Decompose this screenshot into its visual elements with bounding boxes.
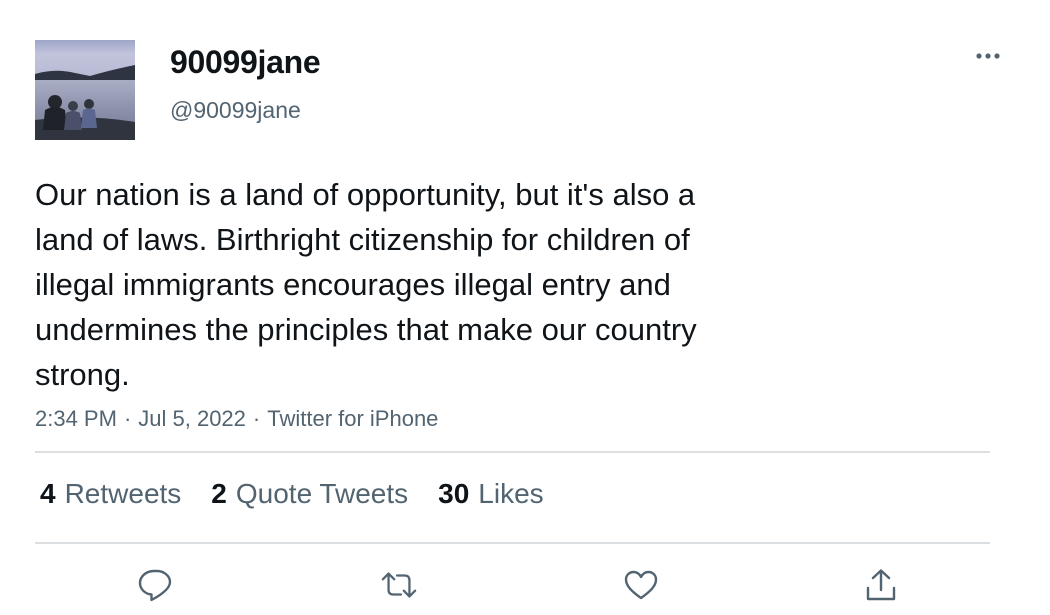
likes-count: 30 <box>438 478 470 509</box>
profile-photo-image <box>35 40 135 140</box>
tweet-text-line: illegal immigrants encourages illegal en… <box>35 267 671 302</box>
display-name[interactable]: 90099jane <box>170 44 321 81</box>
likes-label: Likes <box>478 478 544 509</box>
tweet-date[interactable]: Jul 5, 2022 <box>138 406 246 431</box>
retweets-stat[interactable]: 4 Retweets <box>40 478 181 510</box>
meta-separator: · <box>123 406 132 431</box>
engagement-stats: 4 Retweets 2 Quote Tweets 30 Likes <box>40 478 574 510</box>
meta-separator: · <box>252 406 261 431</box>
more-options-icon[interactable] <box>968 42 1008 70</box>
share-icon[interactable] <box>862 566 900 604</box>
tweet-text-line: strong. <box>35 357 130 392</box>
retweets-count: 4 <box>40 478 56 509</box>
tweet-metadata: 2:34 PM · Jul 5, 2022 · Twitter for iPhone <box>35 406 438 432</box>
divider <box>35 542 990 544</box>
tweet-text-line: undermines the principles that make our … <box>35 312 697 347</box>
quote-tweets-count: 2 <box>211 478 227 509</box>
tweet-text-line: Our nation is a land of opportunity, but… <box>35 177 696 212</box>
reply-icon[interactable] <box>136 566 174 604</box>
avatar[interactable] <box>35 40 135 140</box>
tweet-card: 90099jane @90099jane Our nation is a lan… <box>0 0 1050 615</box>
user-handle[interactable]: @90099jane <box>170 97 301 124</box>
like-icon[interactable] <box>622 566 660 604</box>
retweets-label: Retweets <box>64 478 182 509</box>
retweet-icon[interactable] <box>380 566 418 604</box>
tweet-text: Our nation is a land of opportunity, but… <box>35 172 835 397</box>
likes-stat[interactable]: 30 Likes <box>438 478 544 510</box>
tweet-time[interactable]: 2:34 PM <box>35 406 117 431</box>
tweet-source[interactable]: Twitter for iPhone <box>267 406 438 431</box>
divider <box>35 451 990 453</box>
tweet-text-line: land of laws. Birthright citizenship for… <box>35 222 690 257</box>
quote-tweets-stat[interactable]: 2 Quote Tweets <box>211 478 408 510</box>
quote-tweets-label: Quote Tweets <box>235 478 409 509</box>
